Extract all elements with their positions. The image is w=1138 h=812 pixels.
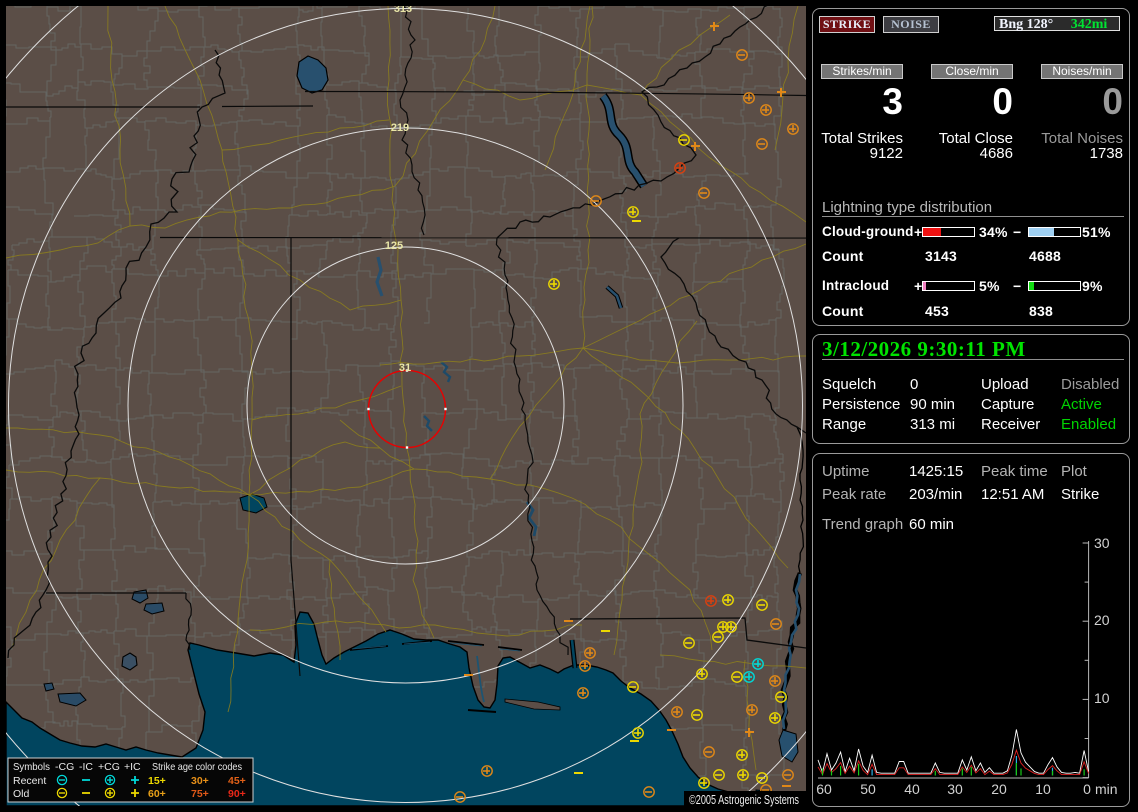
- svg-text:90+: 90+: [228, 788, 246, 800]
- svg-text:15+: 15+: [148, 775, 166, 787]
- svg-text:Recent: Recent: [13, 775, 46, 787]
- svg-text:50: 50: [860, 781, 876, 797]
- svg-text:Old: Old: [13, 788, 30, 800]
- svg-text:31: 31: [399, 362, 411, 374]
- svg-text:60: 60: [816, 781, 832, 797]
- svg-text:0: 0: [1083, 781, 1091, 797]
- svg-text:20: 20: [991, 781, 1007, 797]
- svg-text:40: 40: [904, 781, 920, 797]
- svg-text:-CG: -CG: [55, 761, 74, 773]
- svg-text:30: 30: [1094, 535, 1110, 551]
- svg-text:+IC: +IC: [124, 761, 141, 773]
- svg-text:30+: 30+: [191, 775, 209, 787]
- svg-text:10: 10: [1094, 690, 1110, 706]
- svg-text:219: 219: [391, 122, 409, 134]
- svg-text:30: 30: [947, 781, 963, 797]
- svg-text:45+: 45+: [228, 775, 246, 787]
- svg-text:-IC: -IC: [79, 761, 93, 773]
- svg-text:min: min: [1095, 781, 1118, 797]
- svg-text:20: 20: [1094, 612, 1110, 628]
- svg-text:10: 10: [1035, 781, 1051, 797]
- svg-text:Symbols: Symbols: [13, 761, 50, 773]
- svg-text:60+: 60+: [148, 788, 166, 800]
- svg-text:+CG: +CG: [98, 761, 120, 773]
- svg-text:©2005 Astrogenic Systems: ©2005 Astrogenic Systems: [689, 792, 799, 807]
- svg-text:Strike age color codes: Strike age color codes: [152, 761, 242, 773]
- svg-text:75+: 75+: [191, 788, 209, 800]
- svg-text:125: 125: [385, 240, 403, 252]
